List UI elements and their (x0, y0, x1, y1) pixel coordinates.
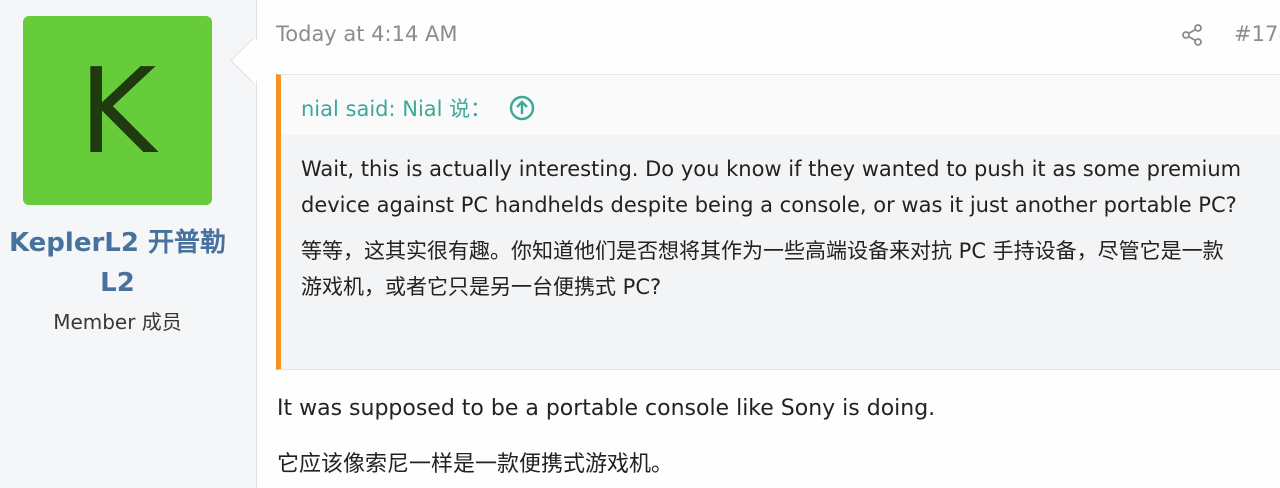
post-timestamp-link[interactable]: Today at 4:14 AM (276, 18, 458, 50)
quote-attribution[interactable]: nial said: Nial 说： (301, 93, 535, 123)
message-header: Today at 4:14 AM #178 (276, 18, 1280, 50)
message-body: It was supposed to be a portable console… (277, 390, 1277, 484)
user-title: Member 成员 (53, 310, 182, 334)
avatar[interactable]: K (23, 16, 212, 205)
quote-block: nial said: Nial 说： Wait, this is actuall… (276, 74, 1280, 370)
quote-attribution-text[interactable]: nial said: Nial 说： (301, 93, 491, 123)
post-number-link[interactable]: #178 (1234, 18, 1280, 50)
reply-text-chinese: 它应该像索尼一样是一款便携式游戏机。 (277, 452, 674, 477)
username-link[interactable]: KeplerL2 开普勒 L2 (0, 223, 235, 303)
share-icon[interactable] (1180, 23, 1204, 47)
quote-text-chinese: 等等，这其实很有趣。你知道他们是否想将其作为一些高端设备来对抗 PC 手持设备，… (301, 239, 1224, 299)
arrow-up-circle-icon[interactable] (509, 95, 535, 121)
avatar-letter: K (78, 41, 157, 180)
message-user-sidebar: K KeplerL2 开普勒 L2 Member 成员 (0, 0, 257, 488)
quote-body: Wait, this is actually interesting. Do y… (281, 135, 1280, 369)
username-line-2[interactable]: L2 (100, 268, 135, 298)
quote-text-english: Wait, this is actually interesting. Do y… (301, 157, 1242, 217)
username-line-1[interactable]: KeplerL2 开普勒 (9, 228, 226, 258)
reply-text-english: It was supposed to be a portable console… (277, 396, 936, 421)
